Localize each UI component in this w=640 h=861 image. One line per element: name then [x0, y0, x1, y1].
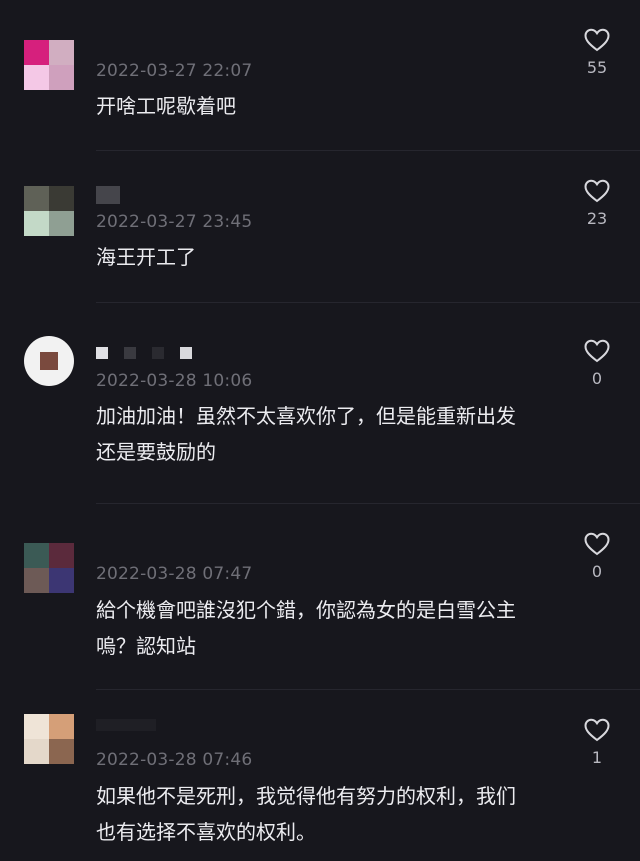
like-count: 0 [591, 369, 603, 388]
avatar-tile [24, 186, 49, 211]
avatar[interactable] [24, 714, 74, 764]
username-blur-block [96, 719, 156, 731]
avatar[interactable] [24, 543, 74, 593]
comment-timestamp: 2022-03-27 23:45 [96, 212, 253, 232]
comment-text-line: 也有选择不喜欢的权利。 [96, 820, 316, 844]
username-blur-block [180, 347, 192, 359]
like-count: 23 [586, 209, 608, 228]
like-button[interactable]: 1 [572, 718, 622, 767]
avatar[interactable] [24, 40, 74, 90]
avatar-tile [49, 40, 74, 65]
avatar-tile [49, 714, 74, 739]
divider [96, 150, 640, 151]
avatar-tile [24, 714, 49, 739]
username-blur-block [124, 347, 136, 359]
avatar-tile [49, 211, 74, 236]
avatar-tile [49, 186, 74, 211]
username-blur-block [152, 347, 164, 359]
comment-text-line: 如果他不是死刑，我觉得他有努力的权利，我们 [96, 784, 516, 808]
like-button[interactable]: 23 [572, 179, 622, 228]
heart-icon [584, 179, 610, 203]
comment-text-line: 給个機會吧誰沒犯个錯，你認為女的是白雪公主 [96, 598, 516, 622]
avatar-tile [49, 568, 74, 593]
comment-text: 海王开工了 [96, 245, 196, 269]
username-blurred[interactable] [96, 186, 120, 204]
avatar-tile [24, 65, 49, 90]
comment-timestamp: 2022-03-28 07:47 [96, 564, 253, 584]
username-blur-block [96, 347, 108, 359]
heart-icon [584, 339, 610, 363]
heart-icon [584, 718, 610, 742]
comment-timestamp: 2022-03-27 22:07 [96, 61, 253, 81]
like-button[interactable]: 0 [572, 339, 622, 388]
comment-timestamp: 2022-03-28 10:06 [96, 371, 253, 391]
like-count: 1 [591, 748, 603, 767]
comment-timestamp: 2022-03-28 07:46 [96, 750, 253, 770]
like-button[interactable]: 0 [572, 532, 622, 581]
avatar-center-mark [40, 352, 58, 370]
avatar-tile [49, 739, 74, 764]
username-blur-block [96, 186, 120, 204]
avatar-tile [49, 65, 74, 90]
username-blurred[interactable] [96, 716, 156, 734]
username-blurred[interactable] [96, 344, 192, 362]
heart-icon [584, 532, 610, 556]
comment-text-line: 嗚？認知站 [96, 634, 196, 658]
avatar-tile [24, 40, 49, 65]
divider [96, 503, 640, 504]
comment-text: 开啥工呢歇着吧 [96, 94, 236, 118]
divider [96, 302, 640, 303]
avatar-tile [24, 211, 49, 236]
avatar-tile [24, 543, 49, 568]
avatar-tile [49, 543, 74, 568]
comment-text-line: 还是要鼓励的 [96, 440, 216, 464]
like-count: 0 [591, 562, 603, 581]
heart-icon [584, 28, 610, 52]
like-button[interactable]: 55 [572, 28, 622, 77]
avatar-tile [24, 739, 49, 764]
divider [96, 689, 640, 690]
avatar[interactable] [24, 186, 74, 236]
like-count: 55 [586, 58, 608, 77]
comment-text-line: 加油加油！虽然不太喜欢你了，但是能重新出发 [96, 404, 516, 428]
avatar-tile [24, 568, 49, 593]
